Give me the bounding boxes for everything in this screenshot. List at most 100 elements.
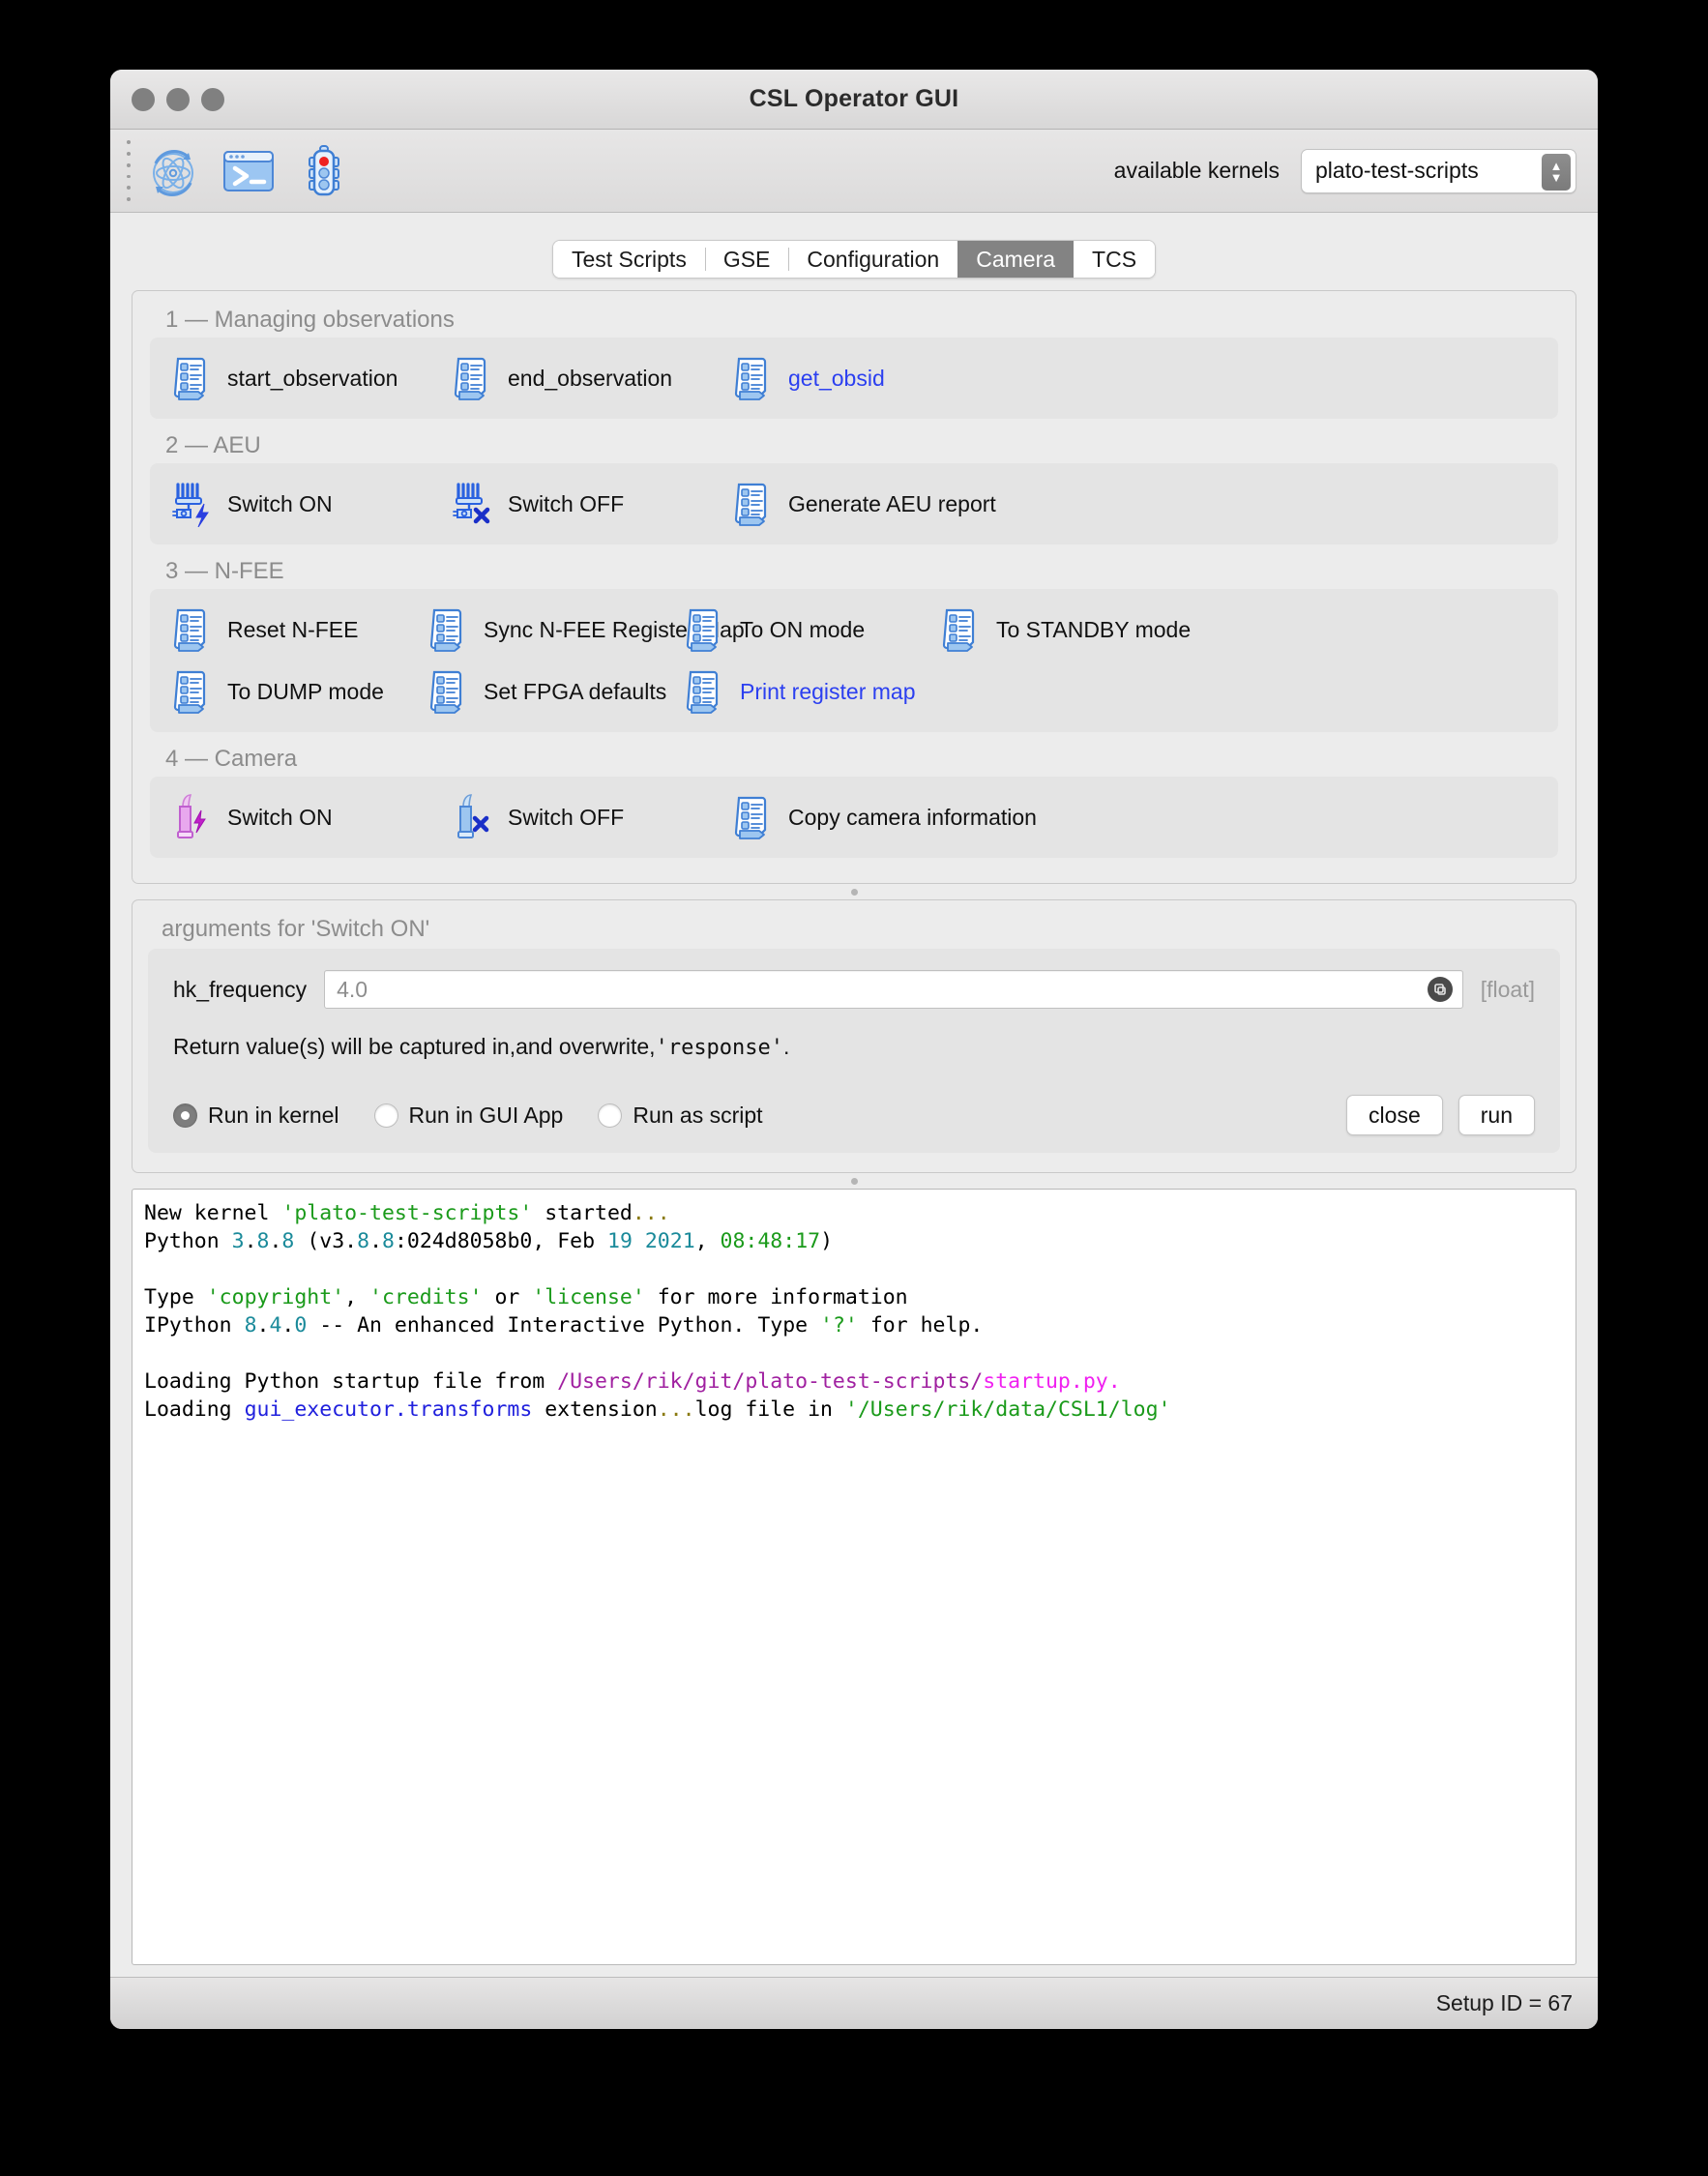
function-button-set-fpga-defaults[interactable]: Set FPGA defaults	[427, 668, 684, 715]
radio-run-as-script[interactable]: Run as script	[598, 1102, 763, 1129]
function-button-generate-aeu-report[interactable]: Generate AEU report	[732, 481, 996, 527]
script-icon	[732, 481, 775, 527]
toolbar: available kernels plato-test-scripts ▲ ▼	[110, 130, 1598, 213]
console-line: New kernel 'plato-test-scripts' started.…	[144, 1199, 1564, 1227]
function-button-copy-camera-information[interactable]: Copy camera information	[732, 794, 1037, 840]
group-title: 3 — N-FEE	[165, 558, 284, 584]
console-token: 19 2021	[607, 1229, 695, 1253]
traffic-light-icon[interactable]	[290, 141, 358, 201]
function-label: Switch OFF	[508, 490, 625, 516]
script-icon	[171, 355, 214, 401]
radio-indicator[interactable]	[373, 1103, 398, 1128]
function-label: Generate AEU report	[788, 490, 996, 516]
console-token: 'credits'	[369, 1285, 483, 1309]
sections-splitter[interactable]	[132, 884, 1576, 899]
function-group: 2 — AEU Switch ON Switch OFF Generate AE…	[150, 432, 1558, 544]
tab-tcs[interactable]: TCS	[1074, 241, 1156, 278]
function-row: start_observation end_observation get_ob…	[171, 355, 1537, 401]
radio-run-in-kernel[interactable]: Run in kernel	[173, 1103, 339, 1129]
console-token: .	[269, 1229, 282, 1253]
console-token: IPython	[144, 1313, 245, 1338]
close-button[interactable]: close	[1346, 1095, 1443, 1135]
function-button-to-standby-mode[interactable]: To STANDBY mode	[940, 606, 1191, 653]
function-label: Switch OFF	[508, 804, 625, 830]
radio-label: Run as script	[633, 1102, 763, 1128]
function-group: 4 — Camera Switch ON Switch OFF Copy cam…	[150, 746, 1558, 858]
hk-frequency-input[interactable]: 4.0	[324, 970, 1463, 1009]
function-button-to-dump-mode[interactable]: To DUMP mode	[171, 668, 427, 715]
function-button-sync-n-fee-register-map[interactable]: Sync N-FEE Register Map	[427, 606, 745, 653]
function-label: Set FPGA defaults	[484, 678, 667, 704]
tab-label: Camera	[976, 246, 1056, 272]
setup-id-label: Setup ID = 67	[1435, 1990, 1573, 2015]
tab-configuration[interactable]: Configuration	[788, 241, 958, 278]
function-label: Reset N-FEE	[227, 616, 359, 642]
function-button-reset-n-fee[interactable]: Reset N-FEE	[171, 606, 427, 653]
console-line: Loading Python startup file from /Users/…	[144, 1367, 1564, 1396]
group-body: Switch ON Switch OFF Copy camera informa…	[150, 777, 1558, 858]
function-label: Switch ON	[227, 804, 333, 830]
function-button-start-observation[interactable]: start_observation	[171, 355, 452, 401]
radio-run-in-gui-app[interactable]: Run in GUI App	[373, 1103, 563, 1129]
function-label: To ON mode	[740, 616, 866, 642]
status-bar: Setup ID = 67	[110, 1977, 1598, 2029]
console-token: 0	[294, 1313, 308, 1338]
argument-name-label: hk_frequency	[173, 976, 308, 1002]
radio-indicator[interactable]	[598, 1103, 623, 1128]
function-button-print-register-map[interactable]: Print register map	[684, 668, 916, 715]
toolbar-grip[interactable]	[124, 140, 133, 201]
radio-indicator[interactable]	[173, 1103, 197, 1128]
function-label: end_observation	[508, 365, 673, 391]
console-token: '/Users/rik/data/CSL1/log'	[844, 1397, 1171, 1422]
atom-refresh-icon[interactable]	[139, 141, 207, 201]
function-sections-panel: 1 — Managing observations start_observat…	[132, 290, 1576, 884]
group-title: 4 — Camera	[165, 746, 298, 772]
console-token: (v3.	[294, 1229, 358, 1253]
function-label: start_observation	[227, 365, 398, 391]
tab-test-scripts[interactable]: Test Scripts	[552, 241, 705, 278]
console-token: 8	[244, 1313, 257, 1338]
action-buttons: close run	[1346, 1095, 1535, 1135]
app-window: CSL Operator GUI available kernels plato…	[110, 70, 1598, 2029]
function-button-switch-on[interactable]: Switch ON	[171, 794, 452, 840]
console-output[interactable]: New kernel 'plato-test-scripts' started.…	[132, 1189, 1576, 1965]
function-button-switch-off[interactable]: Switch OFF	[452, 794, 732, 840]
kernel-select[interactable]: plato-test-scripts ▲ ▼	[1301, 148, 1576, 193]
console-token: /Users/rik/git/plato-test-scripts/	[557, 1369, 984, 1394]
tab-camera[interactable]: Camera	[957, 241, 1075, 278]
console-token: 8	[382, 1229, 395, 1253]
script-icon	[452, 355, 494, 401]
script-icon	[171, 606, 214, 653]
console-token: Loading Python startup file from	[144, 1369, 558, 1394]
console-splitter[interactable]	[132, 1173, 1576, 1189]
function-row: Reset N-FEE Sync N-FEE Register Map To O…	[171, 606, 1537, 653]
arguments-title: arguments for 'Switch ON'	[162, 916, 430, 942]
group-body: Switch ON Switch OFF Generate AEU report	[150, 463, 1558, 544]
console-token: 08:48:17	[720, 1229, 821, 1253]
tab-label: Configuration	[807, 246, 940, 272]
available-kernels-label: available kernels	[1113, 158, 1280, 183]
function-button-end-observation[interactable]: end_observation	[452, 355, 732, 401]
argument-source-icon[interactable]	[1427, 977, 1453, 1002]
function-label: get_obsid	[788, 365, 885, 391]
function-button-switch-off[interactable]: Switch OFF	[452, 481, 732, 527]
console-token: started	[532, 1201, 633, 1225]
return-note-variable: 'response'	[655, 1036, 784, 1060]
console-token: .	[244, 1229, 257, 1253]
script-icon	[684, 606, 726, 653]
arguments-box: hk_frequency 4.0 [float] Return value(s)…	[148, 949, 1560, 1153]
tab-gse[interactable]: GSE	[704, 241, 789, 278]
function-button-get-obsid[interactable]: get_obsid	[732, 355, 885, 401]
function-button-to-on-mode[interactable]: To ON mode	[684, 606, 940, 653]
function-label: Copy camera information	[788, 804, 1037, 830]
console-line: Loading gui_executor.transforms extensio…	[144, 1396, 1564, 1424]
console-token: extension	[532, 1397, 658, 1422]
console-token: ,	[344, 1285, 370, 1309]
chevron-updown-icon[interactable]: ▲ ▼	[1542, 153, 1571, 191]
console-token: for help.	[857, 1313, 984, 1338]
terminal-icon[interactable]	[215, 141, 282, 201]
title-bar: CSL Operator GUI	[110, 70, 1598, 130]
function-button-switch-on[interactable]: Switch ON	[171, 481, 452, 527]
run-button[interactable]: run	[1458, 1095, 1535, 1135]
